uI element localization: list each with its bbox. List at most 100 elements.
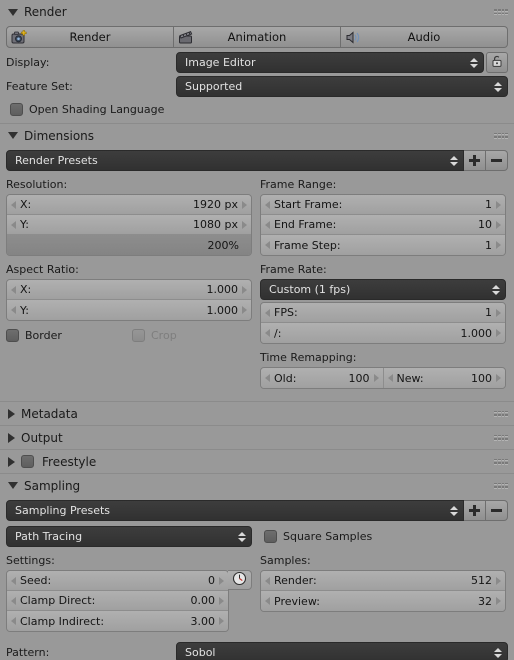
decrement-arrow-icon[interactable] — [265, 308, 270, 317]
panel-grip-icon[interactable] — [494, 458, 508, 465]
increment-arrow-icon[interactable] — [496, 374, 501, 382]
decrement-arrow-icon[interactable] — [11, 285, 16, 294]
remove-sampling-preset-button[interactable] — [486, 500, 508, 521]
frame-rate-dropdown[interactable]: Custom (1 fps) — [260, 279, 506, 300]
panel-header-render[interactable]: Render — [0, 0, 514, 24]
sampling-presets-dropdown[interactable]: Sampling Presets — [6, 500, 464, 521]
resolution-x-field[interactable]: X: 1920 px — [7, 195, 251, 215]
panel-grip-icon[interactable] — [494, 132, 508, 139]
end-frame-label: End Frame: — [274, 218, 337, 231]
increment-arrow-icon[interactable] — [242, 220, 247, 229]
clamp-direct-field[interactable]: Clamp Direct: 0.00 — [7, 591, 228, 611]
start-frame-field[interactable]: Start Frame: 1 — [261, 195, 505, 215]
clamp-indirect-field[interactable]: Clamp Indirect: 3.00 — [7, 611, 228, 631]
fps-base-field[interactable]: /: 1.000 — [261, 323, 505, 343]
disclosure-triangle-right-icon[interactable] — [8, 456, 15, 467]
osl-checkbox[interactable] — [10, 103, 23, 116]
resolution-y-field[interactable]: Y: 1080 px — [7, 215, 251, 235]
remove-preset-button[interactable] — [486, 150, 508, 171]
decrement-arrow-icon[interactable] — [11, 596, 16, 605]
panel-header-dimensions[interactable]: Dimensions — [0, 123, 514, 147]
freestyle-checkbox[interactable] — [21, 455, 34, 468]
increment-arrow-icon[interactable] — [496, 241, 501, 249]
time-remap-old-field[interactable]: Old: 100 — [261, 368, 384, 388]
increment-arrow-icon[interactable] — [219, 576, 224, 585]
display-lock-button[interactable] — [486, 52, 508, 73]
animate-seed-button[interactable] — [228, 570, 252, 590]
integrator-dropdown[interactable]: Path Tracing — [6, 526, 252, 547]
increment-arrow-icon[interactable] — [242, 285, 247, 294]
aspect-ratio-heading: Aspect Ratio: — [6, 263, 79, 276]
increment-arrow-icon[interactable] — [219, 617, 224, 625]
add-sampling-preset-button[interactable] — [464, 500, 486, 521]
decrement-arrow-icon[interactable] — [387, 374, 393, 382]
animation-button[interactable]: Animation — [174, 26, 341, 48]
decrement-arrow-icon[interactable] — [11, 200, 16, 209]
increment-arrow-icon[interactable] — [496, 308, 501, 317]
decrement-arrow-icon[interactable] — [11, 306, 16, 314]
decrement-arrow-icon[interactable] — [265, 576, 270, 585]
decrement-arrow-icon[interactable] — [265, 220, 270, 229]
panel-grip-icon[interactable] — [494, 410, 508, 417]
panel-grip-icon[interactable] — [494, 434, 508, 441]
decrement-arrow-icon[interactable] — [265, 374, 270, 382]
render-presets-dropdown[interactable]: Render Presets — [6, 150, 464, 171]
panel-header-metadata[interactable]: Metadata — [0, 401, 514, 425]
decrement-arrow-icon[interactable] — [11, 617, 16, 625]
increment-arrow-icon[interactable] — [242, 200, 247, 209]
sampling-presets-row: Sampling Presets — [6, 500, 508, 521]
pattern-dropdown[interactable]: Sobol — [176, 642, 508, 660]
render-samples-label: Render: — [274, 574, 317, 587]
fps-field[interactable]: FPS: 1 — [261, 303, 505, 323]
increment-arrow-icon[interactable] — [242, 306, 247, 314]
border-row[interactable]: Border — [6, 329, 132, 342]
end-frame-field[interactable]: End Frame: 10 — [261, 215, 505, 235]
border-checkbox[interactable] — [6, 329, 19, 342]
render-samples-field[interactable]: Render: 512 — [261, 571, 505, 591]
render-button[interactable]: Render — [6, 26, 174, 48]
panel-header-output[interactable]: Output — [0, 425, 514, 449]
fps-label: FPS: — [274, 306, 298, 319]
increment-arrow-icon[interactable] — [496, 576, 501, 585]
increment-arrow-icon[interactable] — [496, 597, 501, 605]
increment-arrow-icon[interactable] — [496, 200, 501, 209]
time-remap-new-field[interactable]: New: 100 — [383, 368, 505, 388]
disclosure-triangle-down-icon[interactable] — [8, 8, 18, 16]
resolution-percentage-slider[interactable]: 200% — [7, 235, 251, 255]
increment-arrow-icon[interactable] — [373, 374, 379, 382]
panel-grip-icon[interactable] — [494, 482, 508, 489]
aspect-y-field[interactable]: Y: 1.000 — [7, 300, 251, 320]
frame-step-field[interactable]: Frame Step: 1 — [261, 235, 505, 255]
increment-arrow-icon[interactable] — [496, 220, 501, 229]
increment-arrow-icon[interactable] — [219, 596, 224, 605]
preview-samples-field[interactable]: Preview: 32 — [261, 591, 505, 611]
decrement-arrow-icon[interactable] — [265, 597, 270, 605]
display-dropdown[interactable]: Image Editor — [176, 52, 484, 73]
crop-label: Crop — [151, 329, 177, 342]
add-preset-button[interactable] — [464, 150, 486, 171]
chevron-updown-icon — [494, 647, 502, 658]
audio-button[interactable]: Audio — [341, 26, 508, 48]
decrement-arrow-icon[interactable] — [11, 576, 16, 585]
decrement-arrow-icon[interactable] — [265, 329, 270, 337]
disclosure-triangle-down-icon[interactable] — [8, 132, 18, 139]
minus-icon — [491, 159, 502, 162]
square-samples-checkbox[interactable] — [264, 530, 277, 543]
decrement-arrow-icon[interactable] — [11, 220, 16, 229]
square-samples-row[interactable]: Square Samples — [260, 526, 506, 547]
osl-row[interactable]: Open Shading Language — [10, 103, 508, 116]
seed-field[interactable]: Seed: 0 — [7, 571, 228, 591]
panel-header-freestyle[interactable]: Freestyle — [0, 449, 514, 473]
panel-title-sampling: Sampling — [24, 478, 81, 493]
decrement-arrow-icon[interactable] — [265, 200, 270, 209]
aspect-x-field[interactable]: X: 1.000 — [7, 280, 251, 300]
decrement-arrow-icon[interactable] — [265, 241, 270, 249]
increment-arrow-icon[interactable] — [496, 329, 501, 337]
feature-set-dropdown[interactable]: Supported — [176, 76, 508, 97]
disclosure-triangle-down-icon[interactable] — [8, 482, 18, 489]
panel-header-sampling[interactable]: Sampling — [0, 473, 514, 497]
chevron-updown-icon — [450, 155, 458, 166]
disclosure-triangle-right-icon[interactable] — [8, 408, 15, 419]
disclosure-triangle-right-icon[interactable] — [8, 432, 15, 443]
panel-grip-icon[interactable] — [494, 9, 508, 15]
